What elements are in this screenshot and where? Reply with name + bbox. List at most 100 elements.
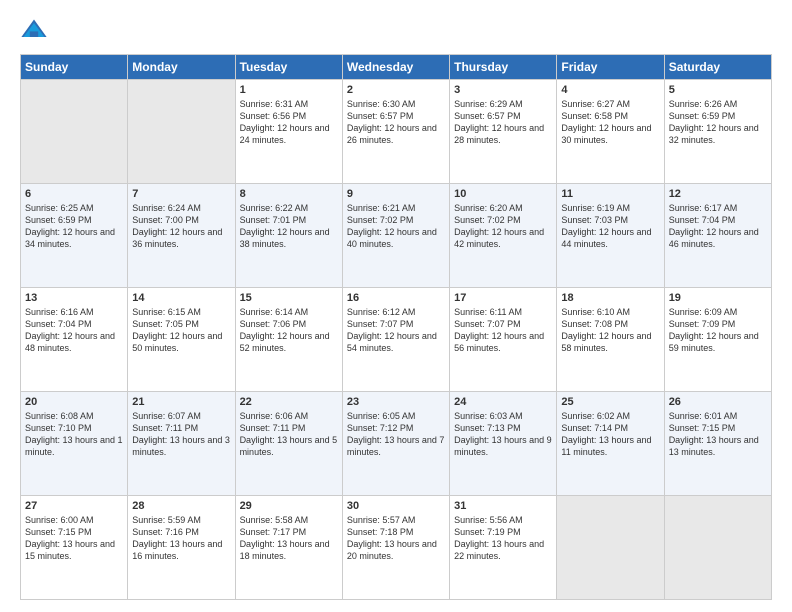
cell-content: Sunrise: 6:29 AMSunset: 6:57 PMDaylight:… [454, 98, 552, 147]
cell-content: Sunrise: 6:01 AMSunset: 7:15 PMDaylight:… [669, 410, 767, 459]
cell-content: Sunrise: 5:58 AMSunset: 7:17 PMDaylight:… [240, 514, 338, 563]
day-number: 3 [454, 84, 552, 96]
day-number: 2 [347, 84, 445, 96]
calendar-cell: 11Sunrise: 6:19 AMSunset: 7:03 PMDayligh… [557, 184, 664, 288]
cell-content: Sunrise: 6:20 AMSunset: 7:02 PMDaylight:… [454, 202, 552, 251]
weekday-saturday: Saturday [664, 55, 771, 80]
cell-content: Sunrise: 6:22 AMSunset: 7:01 PMDaylight:… [240, 202, 338, 251]
calendar-cell: 3 Sunrise: 6:29 AMSunset: 6:57 PMDaylight… [450, 80, 557, 184]
week-row-2: 13Sunrise: 6:16 AMSunset: 7:04 PMDayligh… [21, 288, 772, 392]
calendar-body: 1 Sunrise: 6:31 AMSunset: 6:56 PMDaylight… [21, 80, 772, 600]
day-number: 25 [561, 396, 659, 408]
calendar-cell [128, 80, 235, 184]
calendar-cell: 14Sunrise: 6:15 AMSunset: 7:05 PMDayligh… [128, 288, 235, 392]
calendar-cell: 27 Sunrise: 6:00 AMSunset: 7:15 PMDayligh… [21, 496, 128, 600]
day-number: 14 [132, 292, 230, 304]
cell-content: Sunrise: 6:30 AMSunset: 6:57 PMDaylight:… [347, 98, 445, 147]
cell-content: Sunrise: 6:17 AMSunset: 7:04 PMDaylight:… [669, 202, 767, 251]
calendar-cell: 9Sunrise: 6:21 AMSunset: 7:02 PMDaylight… [342, 184, 449, 288]
calendar-cell: 31 Sunrise: 5:56 AMSunset: 7:19 PMDayligh… [450, 496, 557, 600]
cell-content: Sunrise: 6:00 AMSunset: 7:15 PMDaylight:… [25, 514, 123, 563]
calendar-cell: 2 Sunrise: 6:30 AMSunset: 6:57 PMDaylight… [342, 80, 449, 184]
week-row-0: 1 Sunrise: 6:31 AMSunset: 6:56 PMDaylight… [21, 80, 772, 184]
calendar-cell: 21Sunrise: 6:07 AMSunset: 7:11 PMDayligh… [128, 392, 235, 496]
day-number: 9 [347, 188, 445, 200]
calendar-cell [664, 496, 771, 600]
cell-content: Sunrise: 6:27 AMSunset: 6:58 PMDaylight:… [561, 98, 659, 147]
calendar-cell: 16 Sunrise: 6:12 AMSunset: 7:07 PMDayligh… [342, 288, 449, 392]
weekday-row: SundayMondayTuesdayWednesdayThursdayFrid… [21, 55, 772, 80]
day-number: 11 [561, 188, 659, 200]
calendar-cell: 25 Sunrise: 6:02 AMSunset: 7:14 PMDayligh… [557, 392, 664, 496]
calendar-cell: 8 Sunrise: 6:22 AMSunset: 7:01 PMDaylight… [235, 184, 342, 288]
cell-content: Sunrise: 6:26 AMSunset: 6:59 PMDaylight:… [669, 98, 767, 147]
day-number: 18 [561, 292, 659, 304]
calendar-cell: 22Sunrise: 6:06 AMSunset: 7:11 PMDayligh… [235, 392, 342, 496]
calendar-cell: 18 Sunrise: 6:10 AMSunset: 7:08 PMDayligh… [557, 288, 664, 392]
weekday-sunday: Sunday [21, 55, 128, 80]
cell-content: Sunrise: 6:09 AMSunset: 7:09 PMDaylight:… [669, 306, 767, 355]
day-number: 15 [240, 292, 338, 304]
page: SundayMondayTuesdayWednesdayThursdayFrid… [0, 0, 792, 612]
calendar-cell: 12 Sunrise: 6:17 AMSunset: 7:04 PMDayligh… [664, 184, 771, 288]
day-number: 16 [347, 292, 445, 304]
cell-content: Sunrise: 5:59 AMSunset: 7:16 PMDaylight:… [132, 514, 230, 563]
calendar-cell: 19 Sunrise: 6:09 AMSunset: 7:09 PMDayligh… [664, 288, 771, 392]
calendar-cell: 17 Sunrise: 6:11 AMSunset: 7:07 PMDayligh… [450, 288, 557, 392]
day-number: 1 [240, 84, 338, 96]
day-number: 30 [347, 500, 445, 512]
day-number: 12 [669, 188, 767, 200]
calendar-cell: 1 Sunrise: 6:31 AMSunset: 6:56 PMDaylight… [235, 80, 342, 184]
day-number: 7 [132, 188, 230, 200]
weekday-friday: Friday [557, 55, 664, 80]
week-row-1: 6Sunrise: 6:25 AMSunset: 6:59 PMDaylight… [21, 184, 772, 288]
calendar-cell: 7 Sunrise: 6:24 AMSunset: 7:00 PMDaylight… [128, 184, 235, 288]
calendar-cell [21, 80, 128, 184]
calendar-cell: 28 Sunrise: 5:59 AMSunset: 7:16 PMDayligh… [128, 496, 235, 600]
day-number: 27 [25, 500, 123, 512]
calendar: SundayMondayTuesdayWednesdayThursdayFrid… [20, 54, 772, 600]
header [20, 16, 772, 44]
week-row-4: 27 Sunrise: 6:00 AMSunset: 7:15 PMDayligh… [21, 496, 772, 600]
calendar-cell [557, 496, 664, 600]
day-number: 23 [347, 396, 445, 408]
cell-content: Sunrise: 6:05 AMSunset: 7:12 PMDaylight:… [347, 410, 445, 459]
cell-content: Sunrise: 6:08 AMSunset: 7:10 PMDaylight:… [25, 410, 123, 459]
calendar-header: SundayMondayTuesdayWednesdayThursdayFrid… [21, 55, 772, 80]
calendar-cell: 10 Sunrise: 6:20 AMSunset: 7:02 PMDayligh… [450, 184, 557, 288]
day-number: 13 [25, 292, 123, 304]
day-number: 24 [454, 396, 552, 408]
day-number: 29 [240, 500, 338, 512]
cell-content: Sunrise: 6:12 AMSunset: 7:07 PMDaylight:… [347, 306, 445, 355]
weekday-thursday: Thursday [450, 55, 557, 80]
calendar-cell: 5 Sunrise: 6:26 AMSunset: 6:59 PMDaylight… [664, 80, 771, 184]
cell-content: Sunrise: 6:31 AMSunset: 6:56 PMDaylight:… [240, 98, 338, 147]
day-number: 8 [240, 188, 338, 200]
calendar-cell: 29 Sunrise: 5:58 AMSunset: 7:17 PMDayligh… [235, 496, 342, 600]
day-number: 17 [454, 292, 552, 304]
day-number: 20 [25, 396, 123, 408]
cell-content: Sunrise: 5:56 AMSunset: 7:19 PMDaylight:… [454, 514, 552, 563]
calendar-cell: 4 Sunrise: 6:27 AMSunset: 6:58 PMDaylight… [557, 80, 664, 184]
day-number: 19 [669, 292, 767, 304]
cell-content: Sunrise: 6:24 AMSunset: 7:00 PMDaylight:… [132, 202, 230, 251]
calendar-cell: 23 Sunrise: 6:05 AMSunset: 7:12 PMDayligh… [342, 392, 449, 496]
cell-content: Sunrise: 6:11 AMSunset: 7:07 PMDaylight:… [454, 306, 552, 355]
day-number: 10 [454, 188, 552, 200]
week-row-3: 20 Sunrise: 6:08 AMSunset: 7:10 PMDayligh… [21, 392, 772, 496]
cell-content: Sunrise: 6:10 AMSunset: 7:08 PMDaylight:… [561, 306, 659, 355]
cell-content: Sunrise: 6:02 AMSunset: 7:14 PMDaylight:… [561, 410, 659, 459]
calendar-cell: 24Sunrise: 6:03 AMSunset: 7:13 PMDayligh… [450, 392, 557, 496]
day-number: 6 [25, 188, 123, 200]
day-number: 4 [561, 84, 659, 96]
day-number: 5 [669, 84, 767, 96]
day-number: 22 [240, 396, 338, 408]
calendar-cell: 20 Sunrise: 6:08 AMSunset: 7:10 PMDayligh… [21, 392, 128, 496]
cell-content: Sunrise: 6:14 AMSunset: 7:06 PMDaylight:… [240, 306, 338, 355]
weekday-tuesday: Tuesday [235, 55, 342, 80]
calendar-cell: 26 Sunrise: 6:01 AMSunset: 7:15 PMDayligh… [664, 392, 771, 496]
day-number: 31 [454, 500, 552, 512]
logo-icon [20, 16, 48, 44]
day-number: 28 [132, 500, 230, 512]
day-number: 26 [669, 396, 767, 408]
